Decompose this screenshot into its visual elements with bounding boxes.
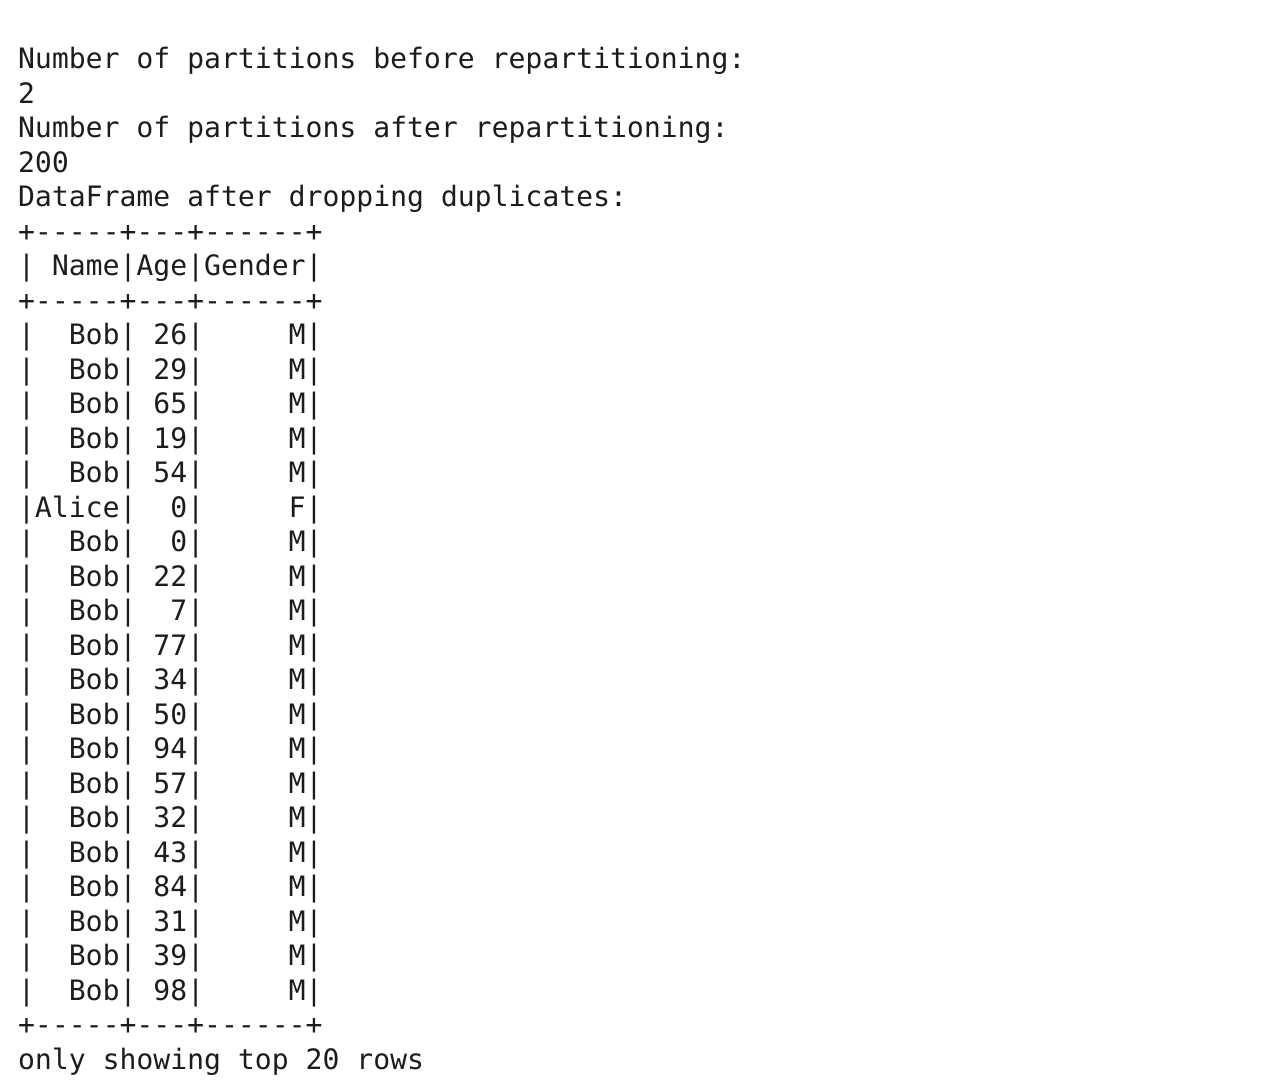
- table-row: | Bob| 77| M|: [18, 628, 323, 662]
- table-row: | Bob| 31| M|: [18, 904, 323, 938]
- console-message-value: 200: [18, 145, 69, 179]
- table-row: | Bob| 84| M|: [18, 870, 323, 904]
- table-footer-note: only showing top 20 rows: [18, 1042, 424, 1076]
- table-row: | Bob| 50| M|: [18, 697, 323, 731]
- console-message-label: Number of partitions after repartitionin…: [18, 111, 729, 145]
- table-header-row: | Name|Age|Gender|: [18, 249, 323, 283]
- table-row: | Bob| 0| M|: [18, 525, 323, 559]
- console-output[interactable]: Number of partitions before repartitioni…: [0, 28, 1264, 1092]
- table-row: | Bob| 54| M|: [18, 456, 323, 490]
- table-row: | Bob| 43| M|: [18, 835, 323, 869]
- table-row: | Bob| 26| M|: [18, 318, 323, 352]
- table-row: | Bob| 39| M|: [18, 939, 323, 973]
- table-row: | Bob| 22| M|: [18, 559, 323, 593]
- table-border-bottom: +-----+---+------+: [18, 1008, 323, 1042]
- console-message-label: Number of partitions before repartitioni…: [18, 42, 746, 76]
- table-row: | Bob| 19| M|: [18, 421, 323, 455]
- table-row: | Bob| 65| M|: [18, 387, 323, 421]
- table-border-top: +-----+---+------+: [18, 214, 323, 248]
- table-row: | Bob| 7| M|: [18, 594, 323, 628]
- console-message-label: DataFrame after dropping duplicates:: [18, 180, 627, 214]
- table-border-header: +-----+---+------+: [18, 283, 323, 317]
- table-row: | Bob| 29| M|: [18, 352, 323, 386]
- table-row: |Alice| 0| F|: [18, 490, 323, 524]
- table-row: | Bob| 98| M|: [18, 973, 323, 1007]
- console-message-value: 2: [18, 76, 35, 110]
- table-row: | Bob| 94| M|: [18, 732, 323, 766]
- table-row: | Bob| 32| M|: [18, 801, 323, 835]
- table-row: | Bob| 34| M|: [18, 663, 323, 697]
- table-row: | Bob| 57| M|: [18, 766, 323, 800]
